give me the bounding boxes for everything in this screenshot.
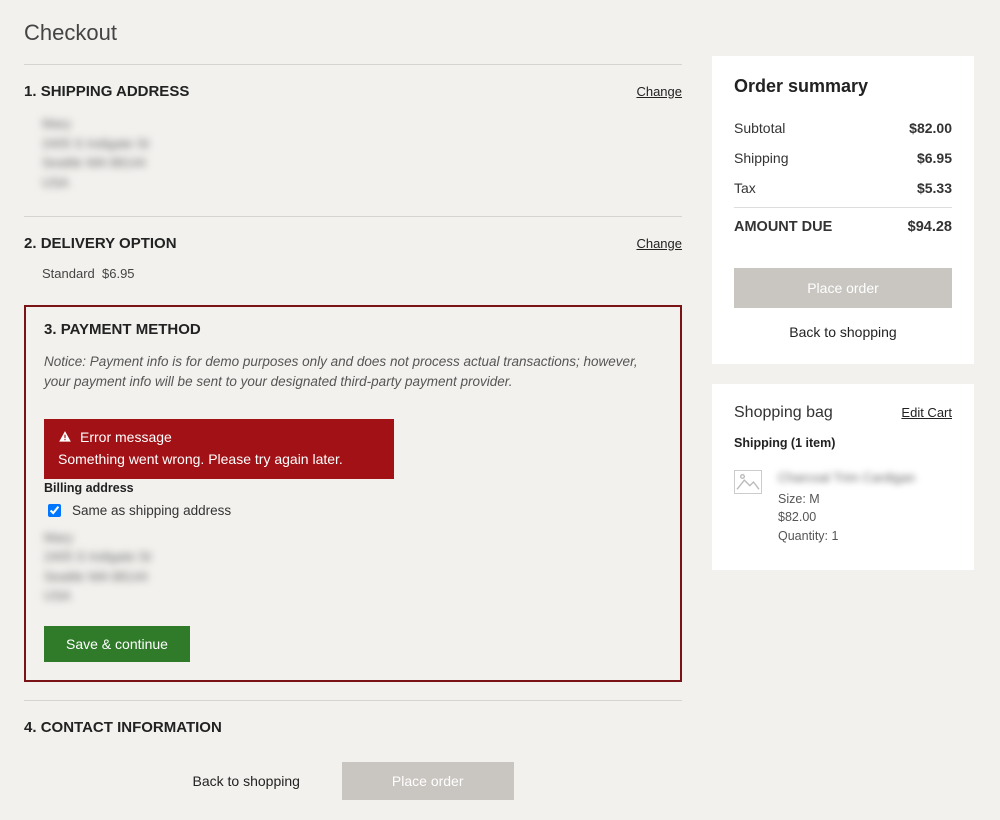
item-size: Size: M [778,490,915,509]
warning-icon [58,430,72,444]
divider [24,216,682,217]
item-price: $82.00 [778,508,915,527]
order-summary-title: Order summary [734,76,952,97]
section-title-shipping: 1. SHIPPING ADDRESS [24,83,189,100]
section-shipping: 1. SHIPPING ADDRESS Change Mary 2405 S I… [24,83,682,192]
error-title: Error message [80,429,172,445]
item-details: Charcoal Trim Cardigan Size: M $82.00 Qu… [778,468,915,546]
order-summary-card: Order summary Subtotal $82.00 Shipping $… [712,56,974,364]
section-payment: 3. PAYMENT METHOD Notice: Payment info i… [24,305,682,682]
change-delivery-link[interactable]: Change [636,236,682,251]
item-name-redacted: Charcoal Trim Cardigan [778,468,915,488]
divider [24,64,682,65]
back-to-shopping-sidebar[interactable]: Back to shopping [734,324,952,340]
change-shipping-link[interactable]: Change [636,84,682,99]
same-as-shipping-label: Same as shipping address [72,503,231,518]
divider [24,700,682,701]
same-as-shipping-row[interactable]: Same as shipping address [44,501,662,520]
image-placeholder-icon [735,471,761,493]
item-thumbnail [734,470,762,494]
place-order-button-bottom[interactable]: Place order [342,762,514,800]
item-qty: Quantity: 1 [778,527,915,546]
shipping-item-count: Shipping (1 item) [734,436,952,450]
section-title-contact: 4. CONTACT INFORMATION [24,719,682,736]
checkout-main: 1. SHIPPING ADDRESS Change Mary 2405 S I… [24,56,682,800]
section-title-payment: 3. PAYMENT METHOD [44,321,201,338]
same-as-shipping-checkbox[interactable] [48,504,61,517]
edit-cart-link[interactable]: Edit Cart [901,405,952,420]
payment-notice: Notice: Payment info is for demo purpose… [44,352,662,393]
save-continue-button[interactable]: Save & continue [44,626,190,662]
section-delivery: 2. DELIVERY OPTION Change Standard $6.95 [24,235,682,281]
summary-subtotal-row: Subtotal $82.00 [734,113,952,143]
billing-address-redacted: Mary 2405 S Indigate St Seattle WA 98144… [44,528,662,606]
delivery-option-value: Standard $6.95 [42,266,682,281]
divider [734,207,952,208]
summary-amount-due-row: AMOUNT DUE $94.28 [734,212,952,242]
section-contact: 4. CONTACT INFORMATION [24,719,682,736]
error-message: Something went wrong. Please try again l… [58,451,380,467]
summary-tax-row: Tax $5.33 [734,173,952,203]
billing-address-label: Billing address [44,481,662,495]
back-to-shopping-link[interactable]: Back to shopping [193,773,300,789]
shopping-bag-title: Shopping bag [734,404,833,422]
shipping-address-redacted: Mary 2405 S Indigate St Seattle WA 98144… [42,114,682,192]
shopping-bag-card: Shopping bag Edit Cart Shipping (1 item)… [712,384,974,570]
page-title: Checkout [24,20,976,46]
bottom-actions: Back to shopping Place order [24,762,682,800]
summary-shipping-row: Shipping $6.95 [734,143,952,173]
section-title-delivery: 2. DELIVERY OPTION [24,235,177,252]
error-banner: Error message Something went wrong. Plea… [44,419,394,479]
place-order-button-sidebar[interactable]: Place order [734,268,952,308]
sidebar: Order summary Subtotal $82.00 Shipping $… [712,56,974,590]
bag-item: Charcoal Trim Cardigan Size: M $82.00 Qu… [734,468,952,546]
